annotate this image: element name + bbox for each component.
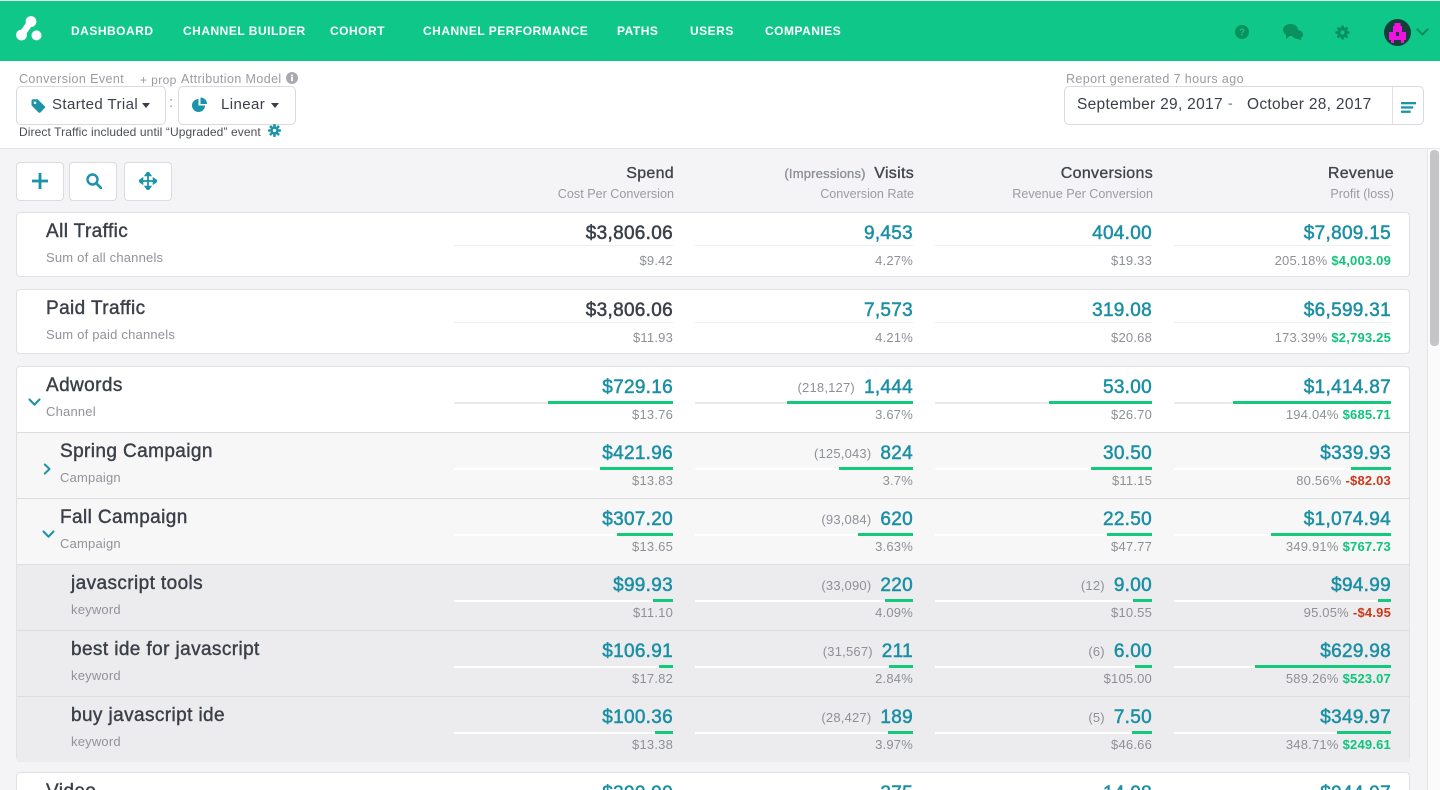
svg-text:?: ? xyxy=(1239,28,1245,39)
